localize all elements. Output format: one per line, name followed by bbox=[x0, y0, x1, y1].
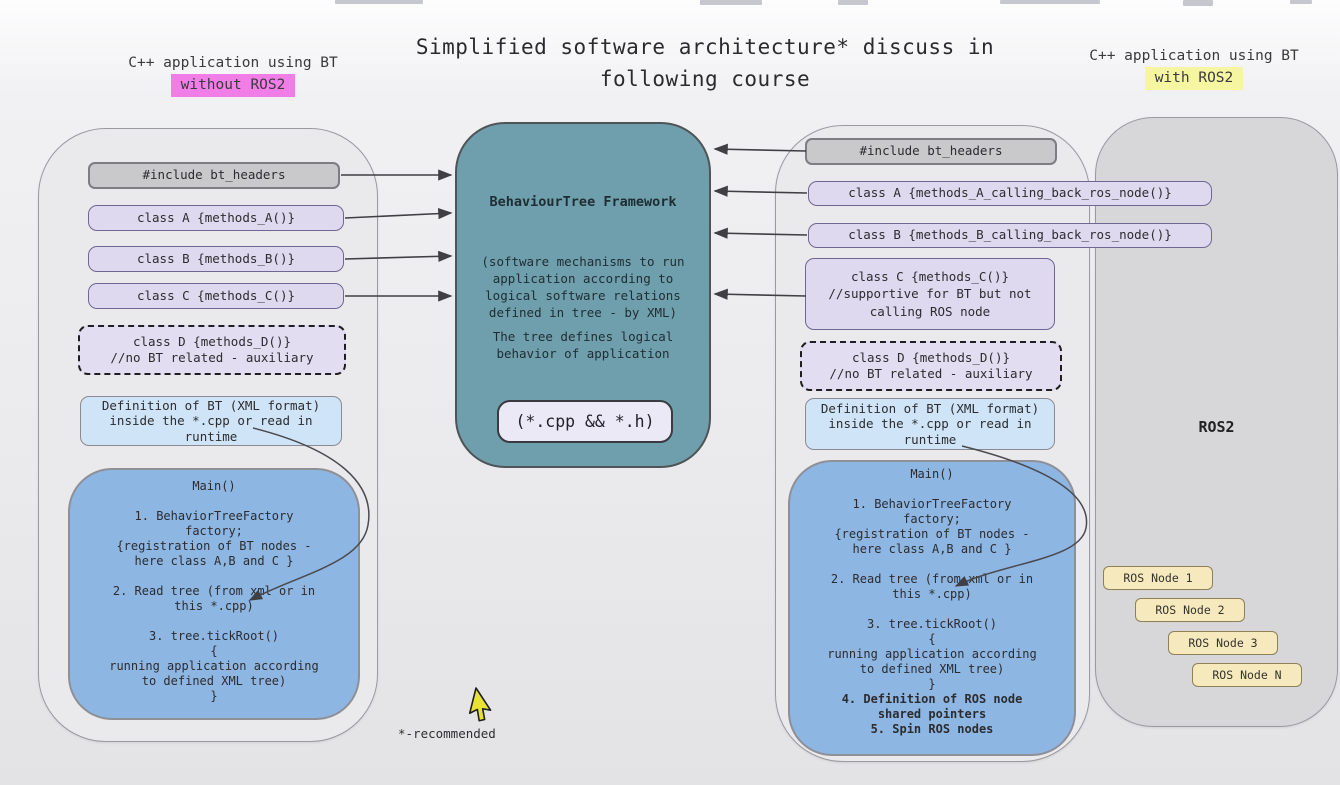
top-crop-artifact bbox=[700, 0, 762, 5]
right-main-body: Main() 1. BehaviorTreeFactory factory; {… bbox=[790, 467, 1074, 692]
left-column-header: C++ application using BT without ROS2 bbox=[78, 52, 388, 97]
left-class-c-box: class C {methods_C()} bbox=[88, 283, 344, 309]
mouse-cursor-icon bbox=[469, 688, 495, 723]
top-crop-artifact bbox=[838, 0, 868, 5]
framework-tree-note: The tree defines logical behavior of app… bbox=[457, 329, 709, 363]
ros2-title: ROS2 bbox=[1096, 418, 1337, 436]
right-class-b-box: class B {methods_B_calling_back_ros_node… bbox=[808, 223, 1212, 248]
right-main-ros-steps: 4. Definition of ROS node shared pointer… bbox=[790, 692, 1074, 737]
page-title-line2: following course bbox=[360, 64, 1050, 96]
left-header-text: C++ application using BT bbox=[78, 52, 388, 74]
ros-node-3: ROS Node 3 bbox=[1168, 631, 1278, 655]
right-header-highlight: with ROS2 bbox=[1145, 67, 1244, 89]
ros-node-1: ROS Node 1 bbox=[1103, 566, 1213, 590]
right-header-text: C++ application using BT bbox=[1048, 45, 1340, 67]
ros-node-2: ROS Node 2 bbox=[1135, 598, 1245, 622]
left-class-d-box: class D {methods_D()} //no BT related - … bbox=[78, 325, 346, 375]
right-class-a-box: class A {methods_A_calling_back_ros_node… bbox=[808, 181, 1212, 206]
recommended-footnote: *-recommended bbox=[398, 726, 496, 741]
left-class-b-box: class B {methods_B()} bbox=[88, 246, 344, 272]
top-crop-artifact bbox=[335, 0, 423, 4]
diagram-canvas: Simplified software architecture* discus… bbox=[0, 0, 1340, 785]
left-header-highlight: without ROS2 bbox=[171, 74, 296, 96]
framework-description: (software mechanisms to run application … bbox=[457, 254, 709, 322]
behaviourtree-framework-box: BehaviourTree Framework (software mechan… bbox=[455, 122, 711, 468]
right-main-box: Main() 1. BehaviorTreeFactory factory; {… bbox=[788, 460, 1076, 756]
top-crop-artifact bbox=[1290, 0, 1312, 4]
right-column-header: C++ application using BT with ROS2 bbox=[1048, 45, 1340, 90]
right-bt-definition-box: Definition of BT (XML format) inside the… bbox=[805, 398, 1055, 450]
right-include-box: #include bt_headers bbox=[805, 138, 1057, 165]
framework-files-box: (*.cpp && *.h) bbox=[497, 400, 673, 443]
page-title: Simplified software architecture* discus… bbox=[360, 32, 1050, 95]
left-main-box: Main() 1. BehaviorTreeFactory factory; {… bbox=[68, 468, 360, 720]
top-crop-artifact bbox=[1000, 0, 1100, 4]
ros-node-n: ROS Node N bbox=[1192, 663, 1302, 687]
right-class-d-box: class D {methods_D()} //no BT related - … bbox=[800, 341, 1062, 391]
framework-title: BehaviourTree Framework bbox=[457, 194, 709, 210]
left-class-a-box: class A {methods_A()} bbox=[88, 205, 344, 231]
left-include-box: #include bt_headers bbox=[88, 162, 340, 189]
right-class-c-box: class C {methods_C()} //supportive for B… bbox=[805, 258, 1055, 330]
left-bt-definition-box: Definition of BT (XML format) inside the… bbox=[80, 396, 342, 446]
page-title-line1: Simplified software architecture* discus… bbox=[360, 32, 1050, 64]
top-crop-artifact bbox=[1183, 0, 1213, 6]
